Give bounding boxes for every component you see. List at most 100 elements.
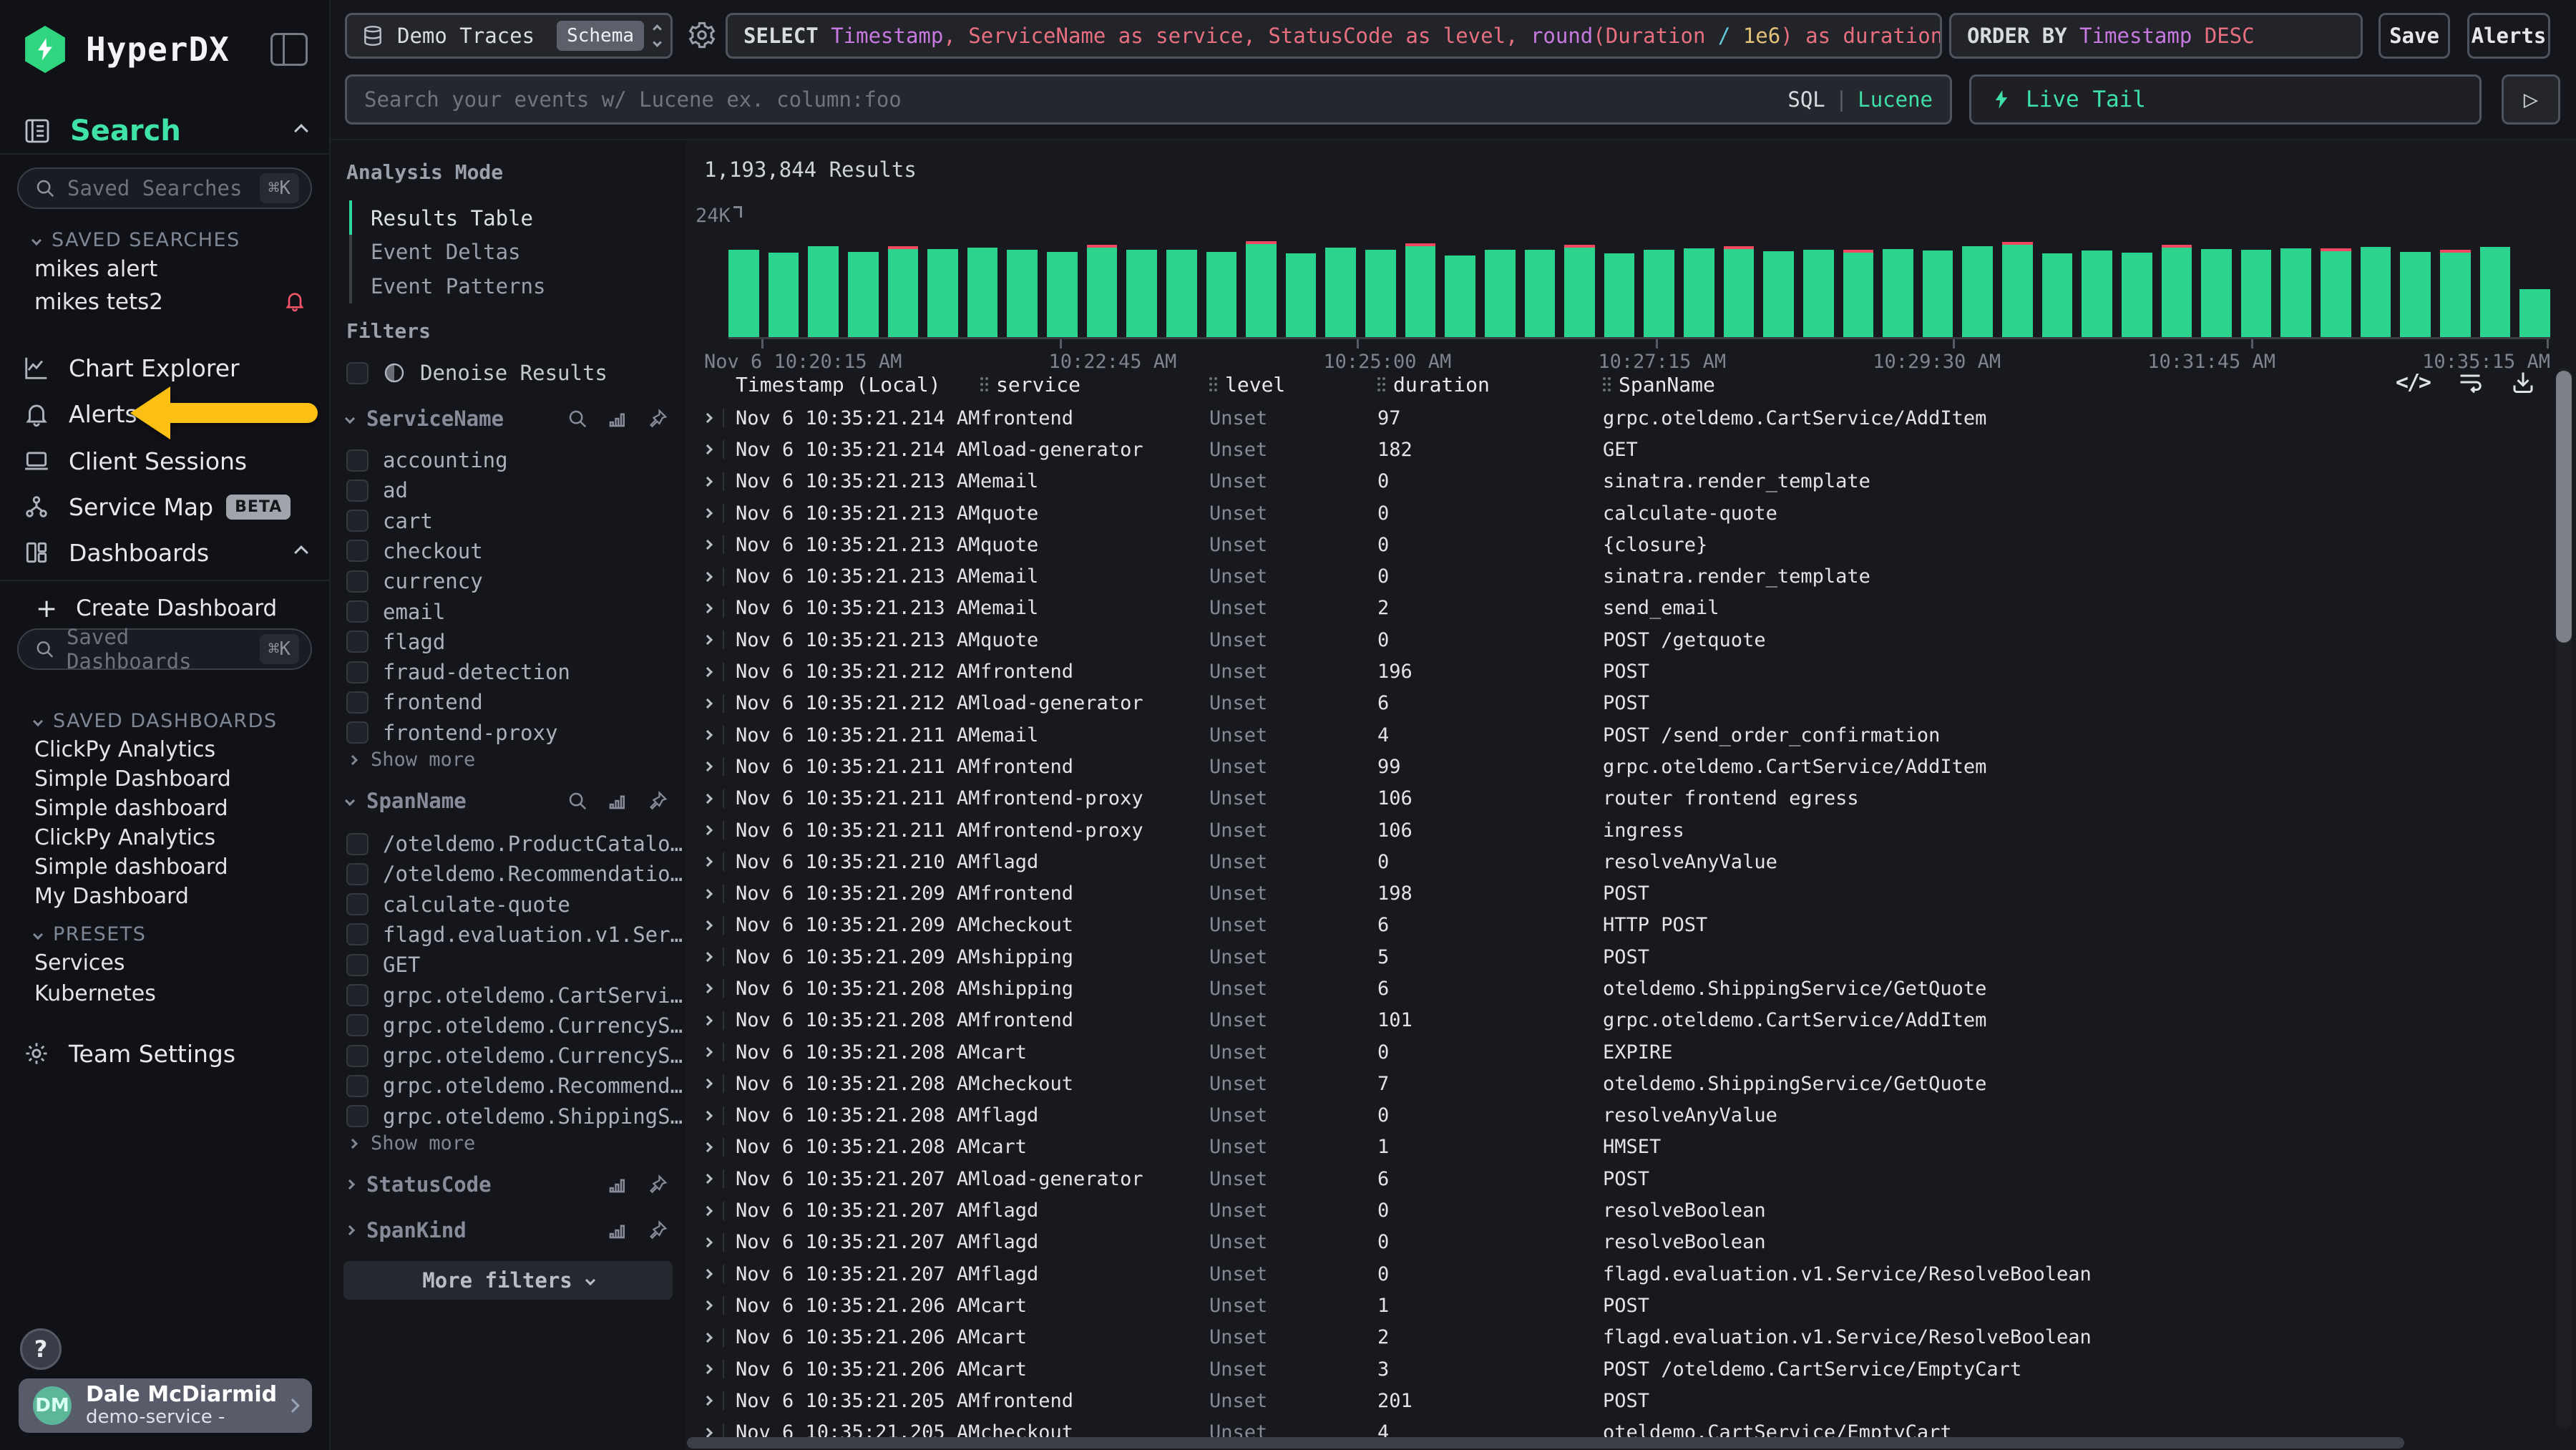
filter-group-servicename[interactable]: ServiceName <box>346 407 668 431</box>
table-row[interactable]: Nov 6 10:35:21.213 AMquoteUnset0{closure… <box>686 529 2547 560</box>
table-row[interactable]: Nov 6 10:35:21.205 AMfrontendUnset201POS… <box>686 1385 2547 1416</box>
table-row[interactable]: Nov 6 10:35:21.213 AMemailUnset2send_ema… <box>686 593 2547 624</box>
sidebar-item-dashboards[interactable]: Dashboards <box>23 532 306 573</box>
order-by-input[interactable]: ORDER BY Timestamp DESC <box>1949 13 2363 59</box>
saved-search-item[interactable]: mikes tets2 <box>34 289 306 315</box>
mode-event-patterns[interactable]: Event Patterns <box>371 274 545 298</box>
checkbox[interactable] <box>346 631 369 653</box>
expand-chevron-icon[interactable] <box>703 1300 713 1310</box>
checkbox[interactable] <box>346 893 369 915</box>
drag-handle-icon[interactable] <box>1603 377 1610 392</box>
sidebar-item-team-settings[interactable]: Team Settings <box>23 1033 306 1074</box>
checkbox[interactable] <box>346 721 369 744</box>
live-tail-button[interactable]: Live Tail <box>1969 74 2482 125</box>
checkbox[interactable] <box>346 1105 369 1127</box>
checkbox[interactable] <box>346 954 369 976</box>
checkbox[interactable] <box>346 691 369 714</box>
sql-select-input[interactable]: SELECT Timestamp, ServiceName as service… <box>726 13 1942 59</box>
expand-chevron-icon[interactable] <box>703 666 713 676</box>
language-toggle[interactable]: SQL | Lucene <box>1787 87 1933 112</box>
checkbox[interactable] <box>346 600 369 623</box>
table-row[interactable]: Nov 6 10:35:21.214 AMfrontendUnset97grpc… <box>686 402 2547 434</box>
checkbox[interactable] <box>346 833 369 855</box>
spanname-filter-item[interactable]: grpc.oteldemo.ShippingS… <box>346 1104 683 1129</box>
saved-search-item[interactable]: mikes alert <box>34 256 157 282</box>
saved-dashboards-header[interactable]: SAVED DASHBOARDS <box>34 710 278 732</box>
user-card[interactable]: DM Dale McDiarmid demo-service - <box>19 1378 312 1433</box>
spanname-filter-item[interactable]: grpc.oteldemo.Recommend… <box>346 1074 683 1098</box>
bar-chart-icon[interactable] <box>607 1174 628 1195</box>
service-filter-item[interactable]: ad <box>346 478 408 502</box>
column-header-timestamp[interactable]: Timestamp (Local) <box>736 373 980 396</box>
checkbox[interactable] <box>346 540 369 562</box>
checkbox[interactable] <box>346 984 369 1006</box>
help-button[interactable]: ? <box>20 1328 62 1370</box>
expand-chevron-icon[interactable] <box>703 1016 713 1026</box>
checkbox[interactable] <box>346 661 369 683</box>
search-icon[interactable] <box>567 790 588 812</box>
service-filter-item[interactable]: email <box>346 600 445 624</box>
expand-chevron-icon[interactable] <box>703 1333 713 1343</box>
drag-handle-icon[interactable] <box>1209 377 1216 392</box>
spanname-filter-item[interactable]: grpc.oteldemo.CurrencyS… <box>346 1013 683 1038</box>
filter-group-spanname[interactable]: SpanName <box>346 789 668 813</box>
checkbox[interactable] <box>346 863 369 885</box>
denoise-results-toggle[interactable]: Denoise Results <box>346 361 608 385</box>
table-row[interactable]: Nov 6 10:35:21.211 AMemailUnset4POST /se… <box>686 719 2547 751</box>
saved-searches-header[interactable]: SAVED SEARCHES <box>33 229 240 251</box>
search-input[interactable]: Search your events w/ Lucene ex. column:… <box>345 74 1952 125</box>
spanname-filter-item[interactable]: grpc.oteldemo.CurrencyS… <box>346 1043 683 1068</box>
spanname-filter-item[interactable]: /oteldemo.Recommendatio… <box>346 862 683 886</box>
checkbox[interactable] <box>346 449 369 472</box>
table-row[interactable]: Nov 6 10:35:21.212 AMfrontendUnset196POS… <box>686 656 2547 687</box>
expand-chevron-icon[interactable] <box>703 477 713 487</box>
preset-item[interactable]: Kubernetes <box>34 981 156 1006</box>
expand-chevron-icon[interactable] <box>703 825 713 835</box>
expand-chevron-icon[interactable] <box>703 983 713 993</box>
table-row[interactable]: Nov 6 10:35:21.207 AMflagdUnset0resolveB… <box>686 1227 2547 1258</box>
alerts-button[interactable]: Alerts <box>2467 13 2550 59</box>
expand-chevron-icon[interactable] <box>703 699 713 709</box>
source-select[interactable]: Demo Traces Schema <box>345 13 673 59</box>
saved-dashboard-item[interactable]: Simple dashboard <box>34 855 228 880</box>
expand-chevron-icon[interactable] <box>703 1047 713 1057</box>
checkbox[interactable] <box>346 1045 369 1067</box>
show-more-services[interactable]: Show more <box>349 749 475 771</box>
table-row[interactable]: Nov 6 10:35:21.210 AMflagdUnset0resolveA… <box>686 846 2547 877</box>
spanname-filter-item[interactable]: GET <box>346 953 420 977</box>
wrap-text-icon[interactable] <box>2457 369 2483 395</box>
source-settings-gear-icon[interactable] <box>687 20 717 50</box>
saved-searches-input[interactable]: Saved Searches ⌘K <box>17 167 312 209</box>
service-filter-item[interactable]: frontend-proxy <box>346 721 557 745</box>
sidebar-item-search[interactable]: Search <box>23 109 306 153</box>
drag-handle-icon[interactable] <box>980 377 987 392</box>
expand-chevron-icon[interactable] <box>703 1428 713 1437</box>
expand-chevron-icon[interactable] <box>703 889 713 899</box>
saved-dashboard-item[interactable]: ClickPy Analytics <box>34 825 215 850</box>
table-row[interactable]: Nov 6 10:35:21.205 AMcheckoutUnset4oteld… <box>686 1417 2547 1438</box>
sidebar-item-client-sessions[interactable]: Client Sessions <box>23 441 306 481</box>
expand-chevron-icon[interactable] <box>703 572 713 582</box>
vertical-scrollbar[interactable] <box>2556 371 2572 643</box>
spanname-filter-item[interactable]: flagd.evaluation.v1.Ser… <box>346 923 683 947</box>
expand-chevron-icon[interactable] <box>703 444 713 454</box>
bar-chart-icon[interactable] <box>607 1220 628 1241</box>
service-filter-item[interactable]: flagd <box>346 630 445 654</box>
table-row[interactable]: Nov 6 10:35:21.209 AMcheckoutUnset6HTTP … <box>686 910 2547 941</box>
expand-chevron-icon[interactable] <box>703 857 713 867</box>
service-filter-item[interactable]: frontend <box>346 690 483 714</box>
save-button[interactable]: Save <box>2379 13 2450 59</box>
expand-chevron-icon[interactable] <box>703 920 713 930</box>
checkbox[interactable] <box>346 510 369 532</box>
filter-group-spankind[interactable]: SpanKind <box>346 1218 668 1242</box>
expand-chevron-icon[interactable] <box>703 603 713 613</box>
table-row[interactable]: Nov 6 10:35:21.211 AMfrontend-proxyUnset… <box>686 783 2547 814</box>
checkbox[interactable] <box>346 1014 369 1036</box>
expand-chevron-icon[interactable] <box>703 508 713 518</box>
mode-results-table[interactable]: Results Table <box>371 206 533 230</box>
expand-chevron-icon[interactable] <box>703 762 713 772</box>
expand-chevron-icon[interactable] <box>703 1269 713 1279</box>
table-row[interactable]: Nov 6 10:35:21.207 AMflagdUnset0resolveB… <box>686 1194 2547 1226</box>
pin-icon[interactable] <box>647 1220 668 1241</box>
bar-chart-icon[interactable] <box>607 408 628 429</box>
